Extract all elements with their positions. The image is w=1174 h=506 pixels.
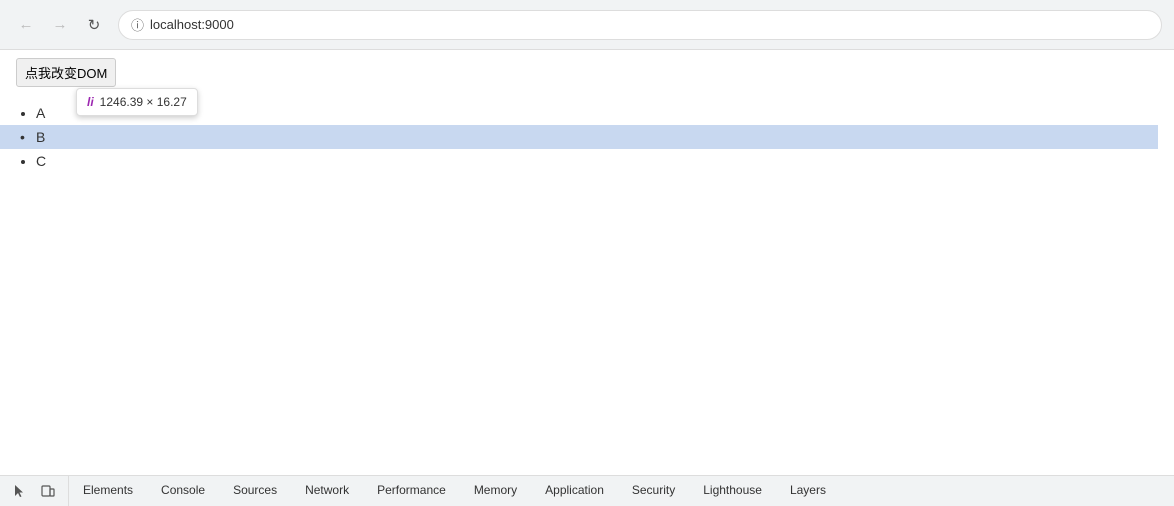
- info-icon: ⓘ: [131, 15, 144, 34]
- tooltip-size: 1246.39 × 16.27: [100, 95, 187, 109]
- tab-security[interactable]: Security: [618, 476, 689, 506]
- browser-chrome: ← → ↻ ⓘ localhost:9000: [0, 0, 1174, 50]
- tab-lighthouse[interactable]: Lighthouse: [689, 476, 776, 506]
- change-dom-button[interactable]: 点我改变DOM: [16, 58, 116, 87]
- tab-application[interactable]: Application: [531, 476, 618, 506]
- tab-layers[interactable]: Layers: [776, 476, 840, 506]
- tab-sources[interactable]: Sources: [219, 476, 291, 506]
- devtools-tabs: Elements Console Sources Network Perform…: [69, 476, 1174, 506]
- devtools-bar: Elements Console Sources Network Perform…: [0, 475, 1174, 506]
- device-icon[interactable]: [36, 479, 60, 503]
- tab-memory[interactable]: Memory: [460, 476, 531, 506]
- tab-elements[interactable]: Elements: [69, 476, 147, 506]
- reload-button[interactable]: ↻: [80, 11, 108, 39]
- nav-buttons: ← → ↻: [12, 11, 108, 39]
- forward-button[interactable]: →: [46, 11, 74, 39]
- tooltip-tag: li: [87, 95, 94, 109]
- address-bar[interactable]: ⓘ localhost:9000: [118, 10, 1162, 40]
- list-item: C: [36, 149, 1158, 173]
- cursor-icon[interactable]: [8, 479, 32, 503]
- tab-console[interactable]: Console: [147, 476, 219, 506]
- back-button[interactable]: ←: [12, 11, 40, 39]
- tab-network[interactable]: Network: [291, 476, 363, 506]
- list-item: A: [36, 101, 1158, 125]
- tab-performance[interactable]: Performance: [363, 476, 460, 506]
- devtools-icons: [0, 476, 69, 506]
- url-text: localhost:9000: [150, 17, 234, 32]
- list-item-highlighted: •B: [0, 125, 1158, 149]
- element-tooltip: li 1246.39 × 16.27: [76, 88, 198, 116]
- page-content: 点我改变DOM li 1246.39 × 16.27 A •B C: [0, 50, 1174, 475]
